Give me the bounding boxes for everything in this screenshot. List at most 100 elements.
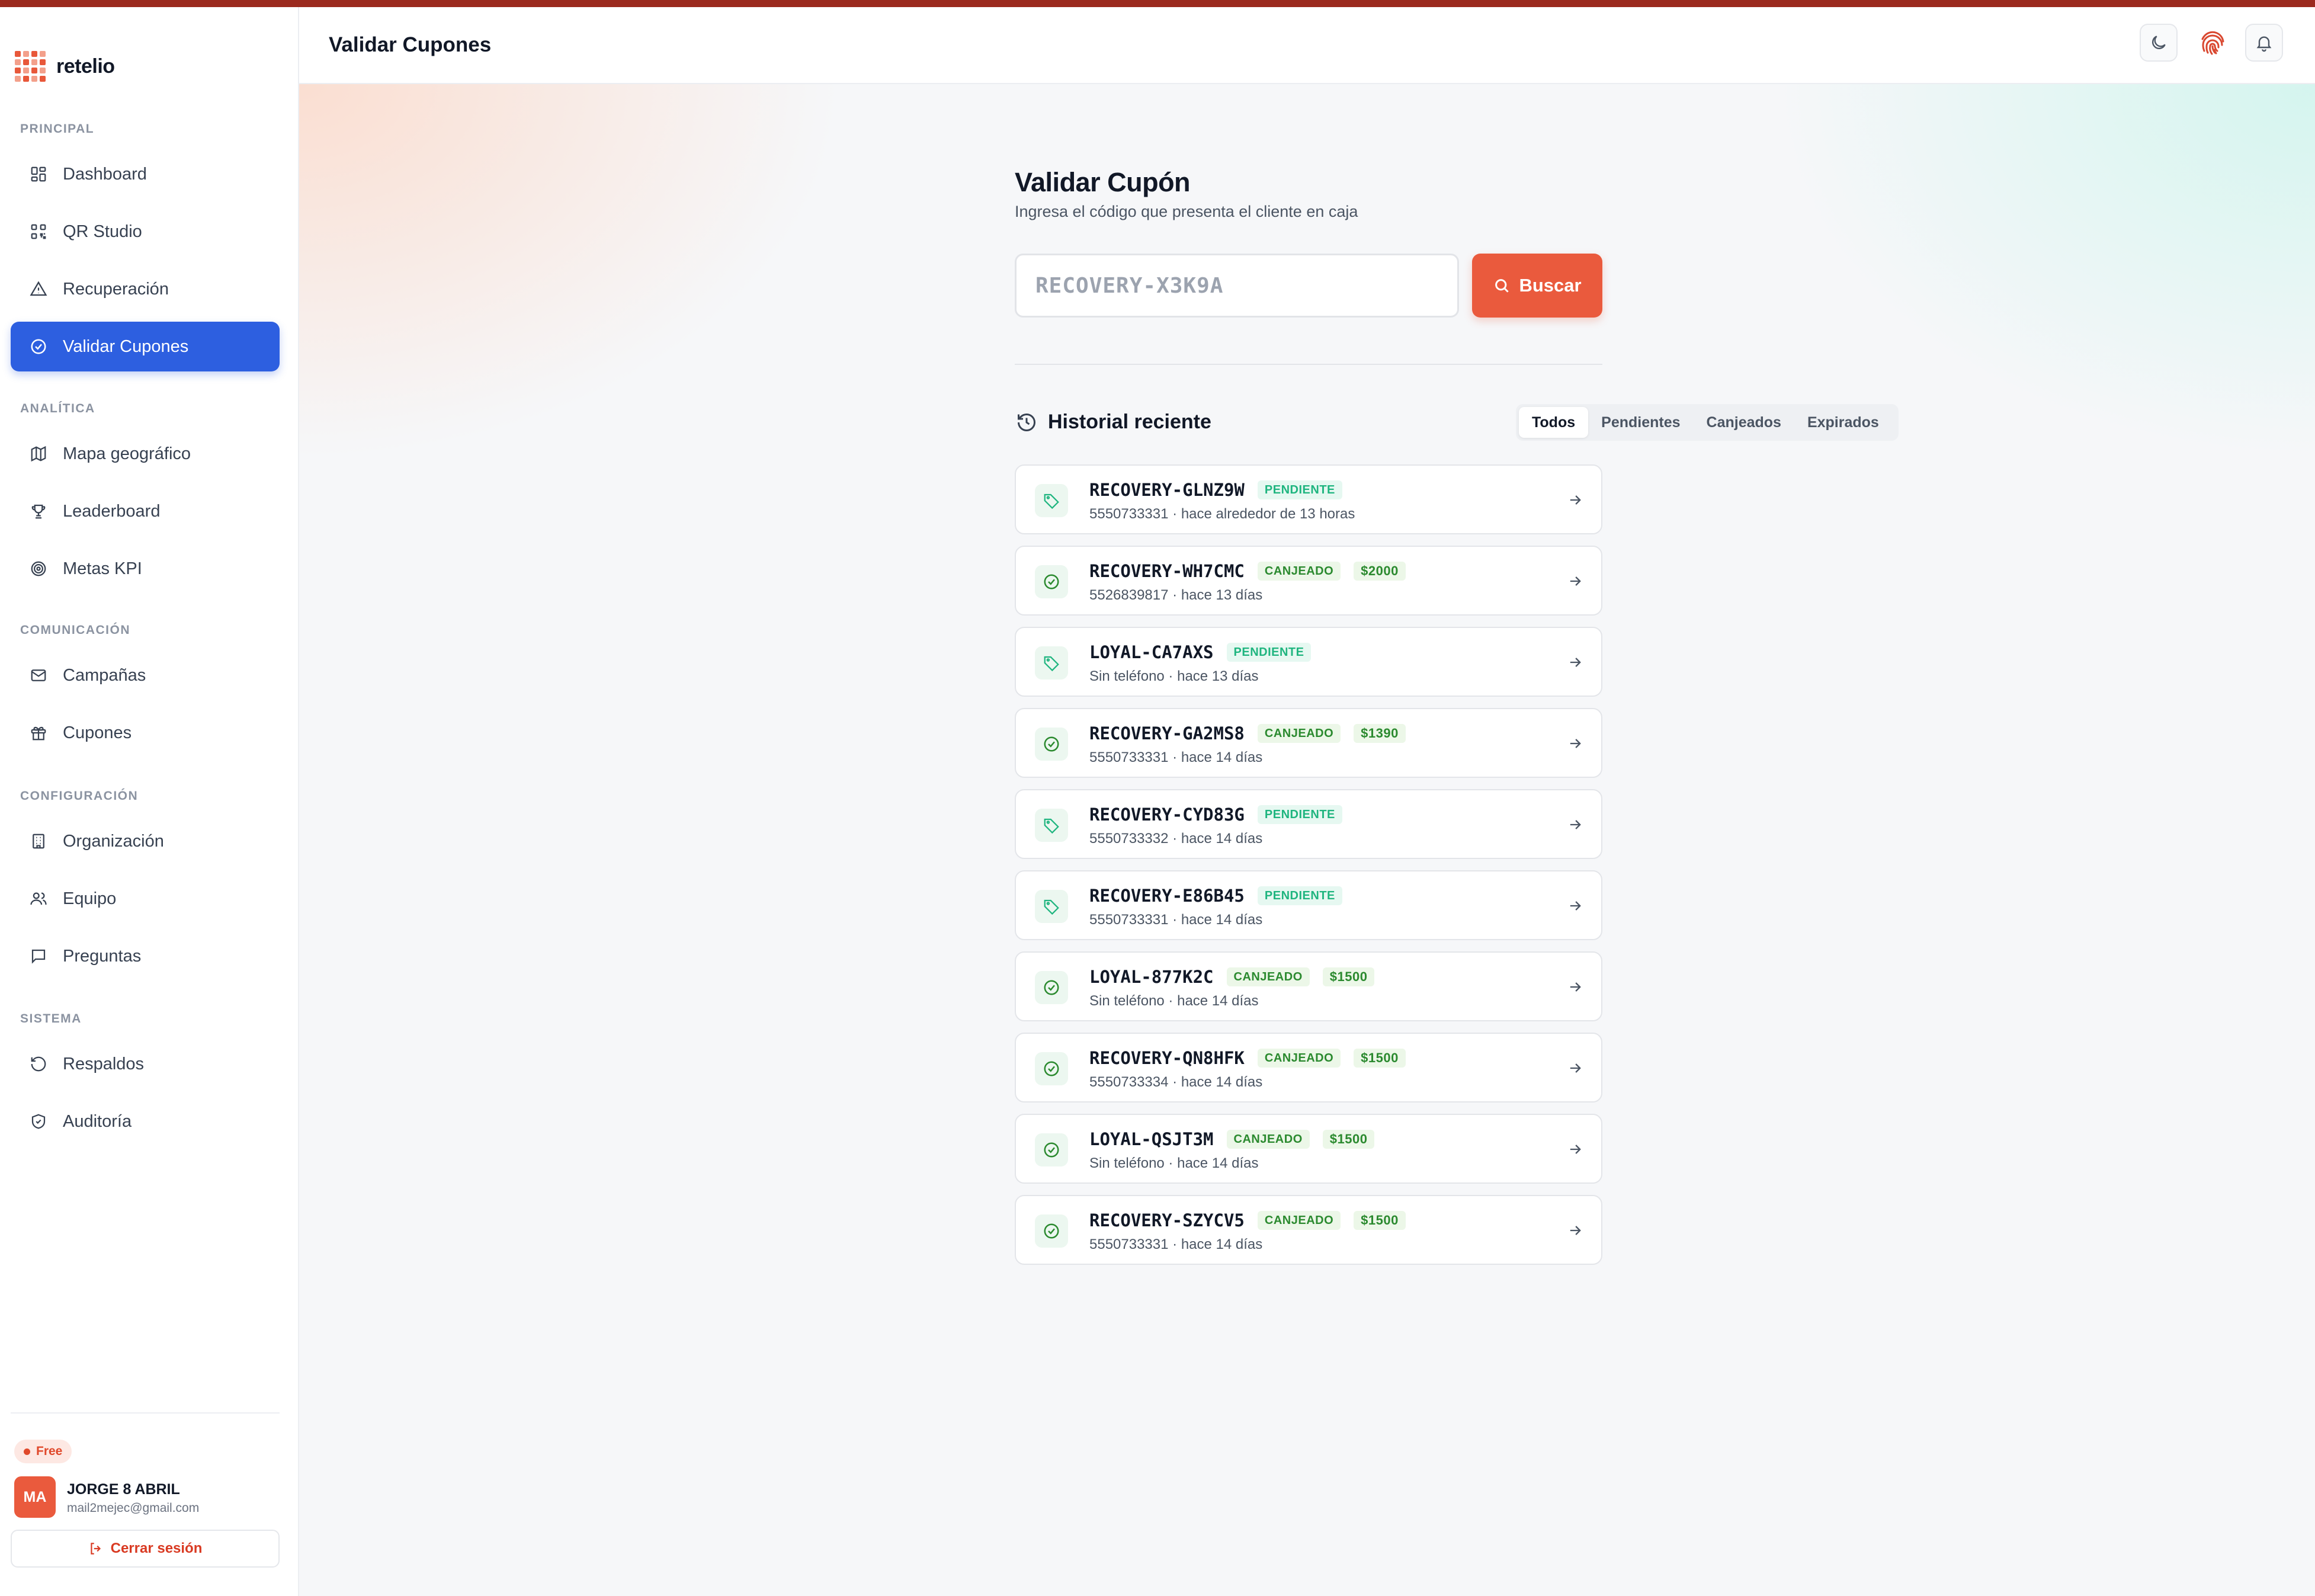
- coupon-row[interactable]: RECOVERY-WH7CMC CANJEADO $2000 5526839817 ·…: [1015, 546, 1602, 616]
- brand-logo[interactable]: retelio: [15, 43, 115, 90]
- amount-badge: $1500: [1322, 1130, 1375, 1149]
- coupon-row[interactable]: LOYAL-877K2C CANJEADO $1500 Sin teléfono · …: [1015, 951, 1602, 1021]
- sidebar-item-equipo[interactable]: Equipo: [11, 874, 280, 924]
- coupon-row[interactable]: LOYAL-QSJT3M CANJEADO $1500 Sin teléfono · …: [1015, 1114, 1602, 1184]
- coupon-meta: 5550733331 · hace 14 días: [1089, 1236, 1262, 1253]
- sidebar-item-preguntas[interactable]: Preguntas: [11, 931, 280, 981]
- avatar[interactable]: MA: [14, 1476, 56, 1518]
- meta-separator: ·: [1168, 831, 1181, 847]
- section-configuracion: CONFIGURACIÓN: [20, 789, 139, 803]
- coupon-time: hace 14 días: [1177, 993, 1259, 1009]
- status-badge: CANJEADO: [1226, 1130, 1310, 1149]
- sidebar-item-label: Auditoría: [63, 1111, 132, 1131]
- sidebar-item-mapa-geografico[interactable]: Mapa geográfico: [11, 429, 280, 479]
- coupon-code-line: LOYAL-QSJT3M CANJEADO $1500: [1089, 1129, 1375, 1149]
- coupon-row[interactable]: RECOVERY-E86B45 PENDIENTE 5550733331 · hac…: [1015, 870, 1602, 940]
- coupon-meta: Sin teléfono · hace 13 días: [1089, 668, 1259, 685]
- arrow-right-icon: [1570, 982, 1581, 992]
- history-icon: [1018, 413, 1035, 431]
- coupon-row[interactable]: RECOVERY-SZYCV5 CANJEADO $1500 5550733331 ·…: [1015, 1195, 1602, 1265]
- coupon-meta: 5550733331 · hace 14 días: [1089, 749, 1262, 766]
- sidebar-item-dashboard[interactable]: Dashboard: [11, 149, 280, 199]
- tab-pendientes[interactable]: Pendientes: [1588, 407, 1693, 438]
- sidebar-item-metas-kpi[interactable]: Metas KPI: [11, 544, 280, 594]
- coupon-time: hace 14 días: [1177, 1155, 1259, 1171]
- coupon-code: RECOVERY-WH7CMC: [1089, 561, 1245, 581]
- arrow-right-icon: [1570, 1145, 1581, 1154]
- meta-separator: ·: [1168, 506, 1181, 522]
- coupon-row[interactable]: RECOVERY-QN8HFK CANJEADO $1500 5550733334 ·…: [1015, 1033, 1602, 1103]
- arrow-right-icon: [1570, 1226, 1581, 1235]
- sidebar-item-organizacion[interactable]: Organización: [11, 816, 280, 866]
- status-badge: CANJEADO: [1257, 1049, 1341, 1068]
- sidebar-item-cupones[interactable]: Cupones: [11, 708, 280, 758]
- sidebar-item-recuperacion[interactable]: Recuperación: [11, 264, 280, 314]
- tab-canjeados[interactable]: Canjeados: [1694, 407, 1794, 438]
- check-circle-icon: [1035, 1052, 1068, 1085]
- coupon-code-input[interactable]: [1015, 254, 1459, 318]
- coupon-row[interactable]: RECOVERY-CYD83G PENDIENTE 5550733332 · hac…: [1015, 789, 1602, 859]
- coupon-meta: 5550733331 · hace alrededor de 13 horas: [1089, 506, 1355, 523]
- coupon-meta: Sin teléfono · hace 14 días: [1089, 993, 1259, 1009]
- amount-badge: $2000: [1354, 562, 1406, 581]
- coupon-time: hace alrededor de 13 horas: [1181, 506, 1355, 522]
- search-button[interactable]: Buscar: [1472, 254, 1602, 318]
- notifications-button[interactable]: [2245, 24, 2283, 62]
- validate-title: Validar Cupón: [1015, 167, 1191, 197]
- theme-toggle-button[interactable]: [2140, 24, 2178, 62]
- section-analitica: ANALÍTICA: [20, 402, 95, 415]
- history-title: Historial reciente: [1048, 411, 1211, 433]
- tab-expirados[interactable]: Expirados: [1794, 407, 1892, 438]
- status-badge: CANJEADO: [1257, 1211, 1341, 1230]
- sidebar-item-label: Campañas: [63, 665, 146, 685]
- coupon-code: LOYAL-CA7AXS: [1089, 642, 1214, 662]
- coupon-row[interactable]: RECOVERY-GLNZ9W PENDIENTE 5550733331 · hac…: [1015, 464, 1602, 534]
- coupon-code-line: RECOVERY-GLNZ9W PENDIENTE: [1089, 480, 1342, 500]
- mail-icon: [30, 666, 47, 684]
- sidebar-item-leaderboard[interactable]: Leaderboard: [11, 486, 280, 536]
- sidebar-item-label: Leaderboard: [63, 501, 161, 521]
- biometric-button[interactable]: [2194, 24, 2231, 62]
- status-badge: CANJEADO: [1257, 724, 1341, 743]
- meta-separator: ·: [1164, 1155, 1178, 1171]
- coupon-meta: 5550733332 · hace 14 días: [1089, 831, 1262, 847]
- sidebar-item-label: QR Studio: [63, 222, 142, 241]
- coupon-code-line: LOYAL-CA7AXS PENDIENTE: [1089, 642, 1312, 662]
- coupon-phone: 5550733331: [1089, 749, 1169, 765]
- sidebar-item-respaldos[interactable]: Respaldos: [11, 1039, 280, 1089]
- tab-todos[interactable]: Todos: [1519, 407, 1589, 438]
- logout-button[interactable]: Cerrar sesión: [11, 1530, 280, 1568]
- gift-icon: [30, 724, 47, 742]
- status-badge: PENDIENTE: [1257, 886, 1342, 905]
- sidebar-item-campanas[interactable]: Campañas: [11, 650, 280, 700]
- users-icon: [30, 890, 47, 908]
- coupon-code: LOYAL-QSJT3M: [1089, 1129, 1214, 1149]
- status-badge: PENDIENTE: [1226, 643, 1312, 662]
- sidebar-item-label: Respaldos: [63, 1054, 145, 1073]
- plan-label: Free: [36, 1444, 63, 1458]
- main-content: Validar Cupón Ingresa el código que pres…: [299, 84, 2315, 1596]
- section-sistema: SISTEMA: [20, 1012, 82, 1025]
- arrow-right-icon: [1570, 739, 1581, 748]
- page-title: Validar Cupones: [329, 33, 492, 56]
- target-icon: [30, 560, 47, 578]
- coupon-row[interactable]: RECOVERY-GA2MS8 CANJEADO $1390 5550733331 ·…: [1015, 708, 1602, 778]
- trophy-icon: [30, 502, 47, 520]
- coupon-time: hace 14 días: [1181, 1074, 1263, 1090]
- status-badge: CANJEADO: [1257, 562, 1341, 581]
- sidebar-item-qr-studio[interactable]: QR Studio: [11, 207, 280, 257]
- coupon-time: hace 13 días: [1177, 668, 1259, 684]
- coupon-row[interactable]: LOYAL-CA7AXS PENDIENTE Sin teléfono · hace…: [1015, 627, 1602, 697]
- arrow-right-icon: [1570, 820, 1581, 829]
- sidebar-item-auditoria[interactable]: Auditoría: [11, 1097, 280, 1146]
- coupon-code-line: RECOVERY-SZYCV5 CANJEADO $1500: [1089, 1210, 1406, 1230]
- coupon-code: LOYAL-877K2C: [1089, 967, 1214, 987]
- arrow-right-icon: [1570, 901, 1581, 911]
- arrow-right-icon: [1570, 576, 1581, 586]
- check-circle-icon: [1035, 728, 1068, 761]
- coupon-phone: 5550733334: [1089, 1074, 1169, 1090]
- coupon-meta: 5550733334 · hace 14 días: [1089, 1074, 1262, 1091]
- sidebar-item-validar-cupones[interactable]: Validar Cupones: [11, 322, 280, 371]
- sidebar-item-label: Preguntas: [63, 946, 142, 966]
- arrow-right-icon: [1570, 658, 1581, 667]
